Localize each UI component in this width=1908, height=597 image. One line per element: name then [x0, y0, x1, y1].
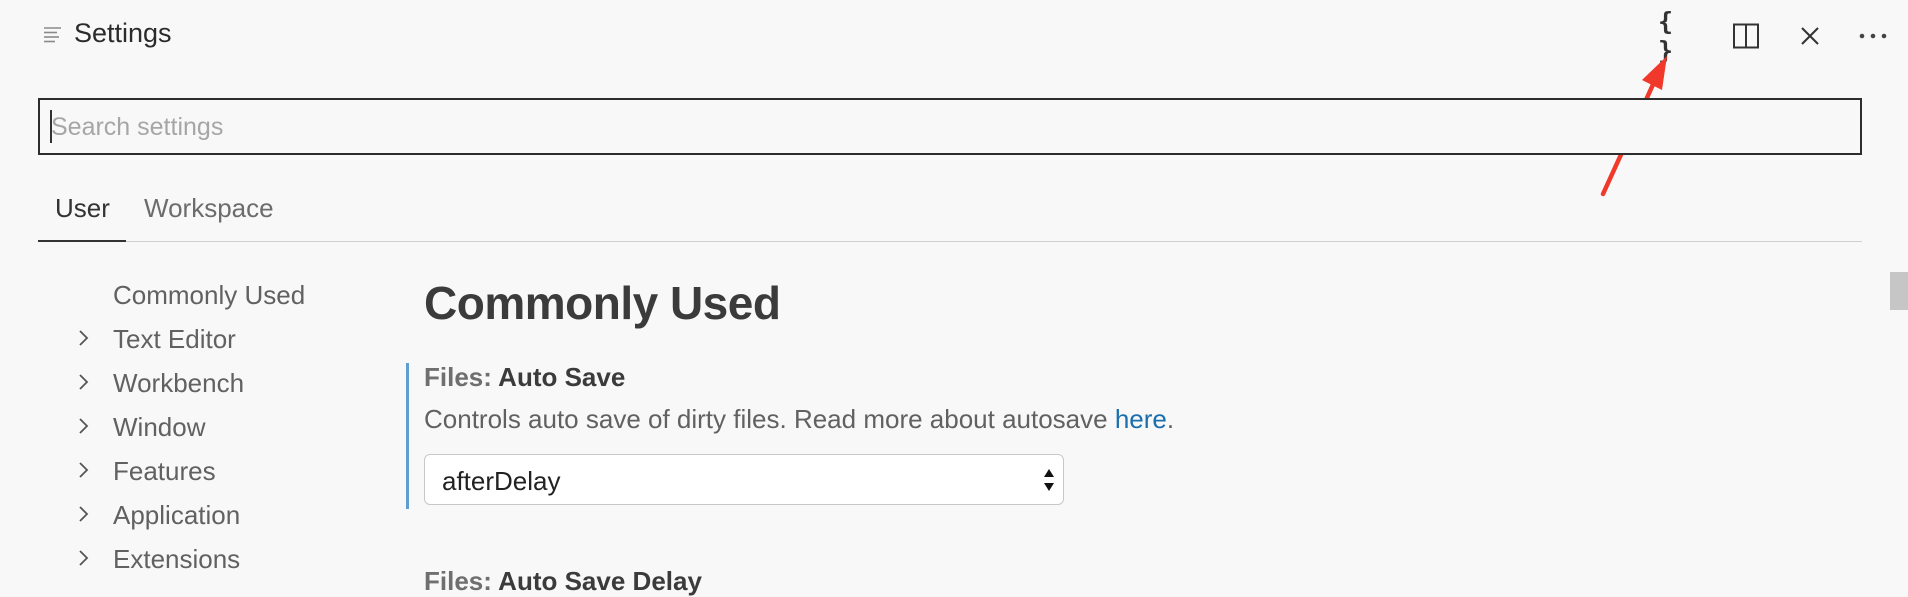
setting-category: Files: [424, 566, 499, 596]
search-settings-box[interactable] [38, 98, 1862, 155]
setting-focus-indicator [406, 363, 409, 509]
chevron-right-icon[interactable] [74, 328, 94, 348]
close-editor-button[interactable] [1786, 14, 1834, 58]
setting-description-end: . [1166, 404, 1175, 434]
toc-item-features[interactable]: Features [113, 456, 216, 487]
split-editor-icon [1733, 23, 1759, 49]
toc-item-application[interactable]: Application [113, 500, 240, 531]
section-title: Commonly Used [424, 277, 781, 329]
tab-workspace[interactable]: Workspace [144, 193, 274, 224]
setting-description-text: Controls auto save of dirty files. Read … [424, 404, 1115, 434]
chevron-right-icon[interactable] [74, 372, 94, 392]
chevron-right-icon[interactable] [74, 504, 94, 524]
search-settings-input[interactable] [49, 100, 1843, 155]
tabs-divider [126, 241, 1862, 242]
setting-name: Auto Save Delay [498, 566, 702, 596]
setting-description: Controls auto save of dirty files. Read … [424, 404, 1174, 435]
setting-category: Files: [424, 362, 499, 392]
setting-name: Auto Save [498, 362, 626, 392]
toc-item-workbench[interactable]: Workbench [113, 368, 244, 399]
toc-item-text-editor[interactable]: Text Editor [113, 324, 236, 355]
chevron-right-icon[interactable] [74, 416, 94, 436]
toc-item-extensions[interactable]: Extensions [113, 544, 240, 575]
more-icon [1859, 33, 1887, 39]
setting-title-auto-save: Files: Auto Save [424, 362, 625, 393]
chevron-right-icon[interactable] [74, 460, 94, 480]
settings-editor-icon [44, 27, 61, 43]
more-actions-button[interactable] [1849, 14, 1897, 58]
scrollbar-thumb[interactable] [1890, 272, 1908, 310]
toc-item-window[interactable]: Window [113, 412, 205, 443]
autosave-docs-link[interactable]: here [1115, 404, 1167, 434]
auto-save-select-value: afterDelay [442, 466, 561, 496]
toc-item-commonly-used[interactable]: Commonly Used [113, 280, 305, 311]
open-settings-json-button[interactable]: { } [1658, 7, 1706, 65]
editor-title: Settings [74, 18, 172, 48]
chevron-right-icon[interactable] [74, 548, 94, 568]
tab-user[interactable]: User [55, 193, 110, 224]
select-arrows-icon [1044, 469, 1054, 491]
close-icon [1801, 27, 1819, 45]
active-tab-indicator [38, 240, 126, 242]
split-editor-button[interactable] [1722, 14, 1770, 58]
auto-save-select[interactable]: afterDelay [424, 454, 1064, 505]
